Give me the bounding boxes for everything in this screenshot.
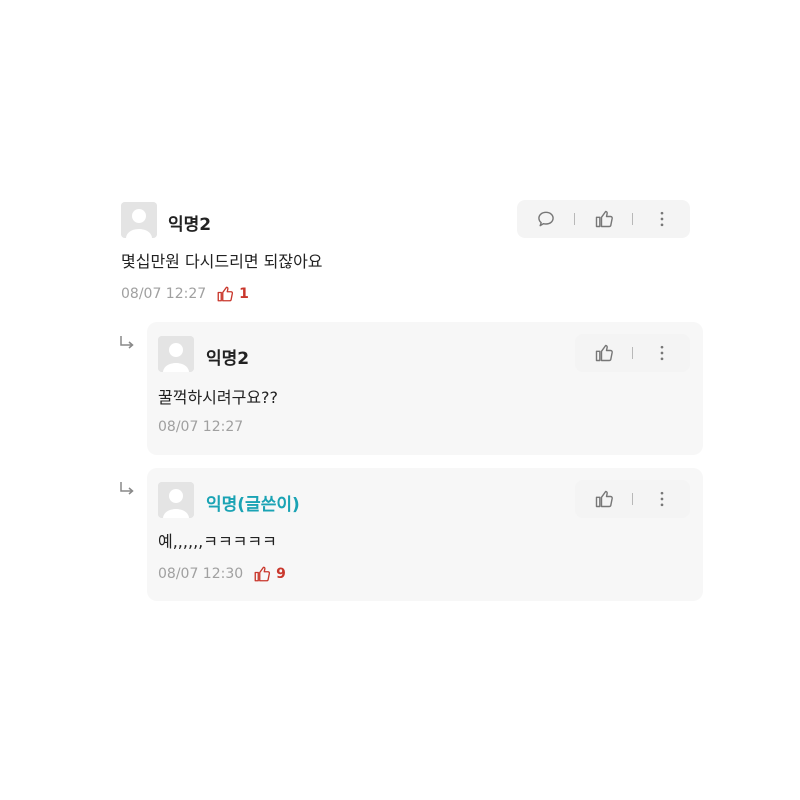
avatar-icon: [121, 202, 157, 238]
like-button[interactable]: [592, 487, 616, 511]
avatar: [121, 202, 157, 238]
more-icon: [660, 345, 663, 361]
more-button[interactable]: [650, 341, 674, 365]
more-icon: [660, 491, 663, 507]
avatar-icon: [158, 336, 194, 372]
comment-action-bar: [517, 200, 690, 238]
divider: [632, 213, 633, 225]
comment-time: 08/07 12:27: [121, 286, 207, 302]
reply-arrow-icon: [120, 336, 134, 349]
reply-nickname: 익명2: [206, 349, 250, 369]
thumbs-up-icon: [254, 566, 271, 582]
reply-text: 예,,,,,,ㅋㅋㅋㅋㅋ: [158, 532, 277, 551]
reply-meta: 08/07 12:27: [158, 419, 243, 435]
avatar: [158, 336, 194, 372]
reply-card: 익명2 꿀꺽하시려구요?? 08/07 12:27: [147, 322, 703, 455]
comment-text: 몇십만원 다시드리면 되잖아요: [121, 252, 323, 271]
reply-action-bar: [575, 334, 690, 372]
like-count-display: 1: [216, 285, 249, 303]
more-icon: [660, 211, 663, 227]
reply-button[interactable]: [534, 207, 558, 231]
reply-meta: 08/07 12:30 9: [158, 565, 286, 583]
thumbs-up-icon: [595, 344, 613, 362]
reply-text: 꿀꺽하시려구요??: [158, 388, 279, 407]
reply-nickname-author: 익명(글쓴이): [206, 495, 300, 515]
thumbs-up-icon: [595, 210, 613, 228]
thumbs-up-icon: [217, 286, 234, 302]
divider: [632, 493, 633, 505]
comment-nickname: 익명2: [168, 215, 212, 235]
avatar-icon: [158, 482, 194, 518]
divider: [632, 347, 633, 359]
reply-arrow-icon: [120, 482, 134, 495]
reply-action-bar: [575, 480, 690, 518]
avatar: [158, 482, 194, 518]
reply-time: 08/07 12:30: [158, 566, 244, 582]
reply-card: 익명(글쓴이) 예,,,,,,ㅋㅋㅋㅋㅋ 08/07 12:30 9: [147, 468, 703, 601]
more-button[interactable]: [650, 207, 674, 231]
more-button[interactable]: [650, 487, 674, 511]
comment: 익명2 몇십만원 다시드리면 되잖아요 08/07 12:27 1: [0, 0, 800, 320]
reply-time: 08/07 12:27: [158, 419, 244, 435]
thumbs-up-icon: [595, 490, 613, 508]
like-count: 9: [276, 566, 286, 582]
comment-meta: 08/07 12:27 1: [121, 285, 249, 303]
divider: [574, 213, 575, 225]
comment-icon: [537, 211, 554, 227]
like-button[interactable]: [592, 207, 616, 231]
like-count-display: 9: [253, 565, 286, 583]
like-button[interactable]: [592, 341, 616, 365]
like-count: 1: [239, 286, 249, 302]
